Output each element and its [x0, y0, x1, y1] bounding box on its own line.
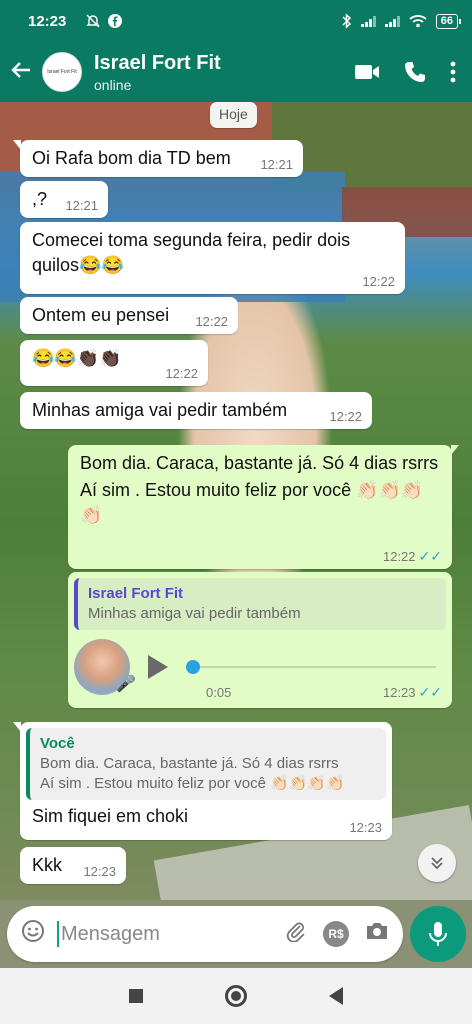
contact-avatar[interactable]: Israel Fort Fit — [42, 52, 82, 92]
message-text: Bom dia. Caraca, bastante já. Só 4 dias … — [80, 453, 439, 473]
message-bubble[interactable]: 😂😂👏🏿👏🏿 12:22 — [20, 340, 208, 386]
message-time: 12:22 — [362, 274, 395, 289]
message-meta: 12:22 ✓✓ — [383, 549, 442, 564]
message-time: 12:23 — [382, 685, 416, 700]
message-time: 12:22 — [382, 549, 416, 564]
voice-sender-avatar: 🎤 — [74, 639, 136, 695]
message-text: Minhas amiga vai pedir também — [32, 400, 288, 420]
date-separator: Hoje — [210, 102, 257, 128]
chat-header: Israel Fort Fit Israel Fort Fit online — [0, 42, 472, 102]
bluetooth-icon — [342, 13, 351, 29]
voice-record-button[interactable] — [410, 906, 466, 962]
message-bubble[interactable]: ,? 12:21 — [20, 181, 108, 218]
contact-name: Israel Fort Fit — [94, 51, 221, 74]
scroll-down-icon — [431, 857, 443, 870]
system-nav-bar — [0, 968, 472, 1024]
message-bubble[interactable]: Kkk 12:23 — [20, 847, 126, 884]
mic-icon: 🎤 — [116, 676, 136, 693]
more-options-icon[interactable] — [450, 61, 456, 83]
quoted-author: Israel Fort Fit — [88, 585, 184, 602]
read-receipt-icon: ✓✓ — [418, 684, 442, 700]
currency-label: R$ — [323, 921, 349, 947]
quoted-text: Aí sim . Estou muito feliz por você 👏🏻👏🏻… — [40, 775, 345, 792]
message-text: Oi Rafa bom dia TD bem — [32, 148, 231, 168]
signal-icon — [360, 15, 376, 27]
message-bubble[interactable]: Minhas amiga vai pedir também 12:22 — [20, 392, 372, 429]
message-text: Comecei toma segunda feira, pedir dois q… — [32, 230, 351, 275]
signal-icon — [384, 15, 400, 27]
voice-duration: 0:05 — [206, 685, 232, 700]
message-composer[interactable]: Mensagem R$ — [7, 906, 403, 962]
camera-icon[interactable] — [365, 921, 389, 947]
home-button[interactable] — [225, 985, 247, 1007]
chat-area[interactable]: Hoje Oi Rafa bom dia TD bem 12:21 ,? 12:… — [0, 102, 472, 900]
avatar-text: Israel Fort Fit — [47, 69, 77, 75]
message-text: ,? — [32, 189, 48, 209]
message-bubble[interactable]: Oi Rafa bom dia TD bem 12:21 — [13, 140, 303, 177]
battery-indicator: 66 — [435, 13, 462, 29]
emoji-icon[interactable] — [21, 919, 45, 949]
wifi-icon — [409, 15, 427, 28]
message-bubble[interactable]: Ontem eu pensei 12:22 — [20, 297, 238, 334]
quoted-text: Minhas amiga vai pedir também — [88, 605, 301, 622]
payment-icon[interactable]: R$ — [323, 921, 349, 947]
scroll-down-button[interactable] — [418, 844, 456, 882]
mic-icon — [429, 922, 447, 946]
message-input[interactable]: Mensagem — [57, 921, 269, 947]
status-time: 12:23 — [28, 12, 67, 30]
back-button[interactable] — [329, 987, 343, 1005]
contact-info[interactable]: Israel Fort Fit online — [94, 52, 354, 93]
voice-message-bubble[interactable]: Israel Fort Fit Minhas amiga vai pedir t… — [68, 572, 452, 708]
quoted-text: Bom dia. Caraca, bastante já. Só 4 dias … — [40, 755, 339, 772]
facebook-icon — [108, 14, 123, 28]
message-text: Aí sim . Estou muito feliz por você 👏🏻👏🏻… — [80, 480, 424, 525]
recents-button[interactable] — [129, 989, 143, 1003]
composer-bar: Mensagem R$ — [0, 900, 472, 968]
message-time: 12:23 — [83, 864, 116, 879]
read-receipt-icon: ✓✓ — [418, 548, 442, 564]
message-text: Kkk — [32, 855, 63, 875]
status-bar: 12:23 66 — [0, 0, 472, 42]
message-time: 12:23 — [349, 820, 382, 835]
contact-status: online — [94, 76, 132, 93]
dnd-icon — [86, 14, 101, 28]
quoted-message[interactable]: Israel Fort Fit Minhas amiga vai pedir t… — [74, 578, 446, 630]
quoted-author: Você — [40, 735, 75, 752]
message-time: 12:21 — [260, 157, 293, 172]
video-call-icon[interactable] — [354, 63, 380, 81]
message-time: 12:22 — [329, 409, 362, 424]
message-time: 12:22 — [195, 314, 228, 329]
message-text: 😂😂👏🏿👏🏿 — [32, 348, 122, 368]
reply-message-bubble[interactable]: Você Bom dia. Caraca, bastante já. Só 4 … — [13, 722, 392, 840]
play-icon[interactable] — [148, 655, 168, 679]
message-bubble-outgoing[interactable]: Bom dia. Caraca, bastante já. Só 4 dias … — [68, 445, 459, 569]
message-time: 12:21 — [65, 198, 98, 213]
voice-progress-handle[interactable] — [186, 660, 200, 674]
quoted-message[interactable]: Você Bom dia. Caraca, bastante já. Só 4 … — [26, 728, 386, 800]
attach-icon[interactable] — [285, 920, 307, 948]
message-time: 12:22 — [165, 366, 198, 381]
message-bubble[interactable]: Comecei toma segunda feira, pedir dois q… — [20, 222, 405, 294]
voice-progress-track[interactable] — [186, 660, 436, 674]
message-text: Sim fiquei em choki — [32, 806, 189, 826]
phone-icon[interactable] — [404, 61, 426, 83]
message-meta: 12:23 ✓✓ — [383, 685, 442, 700]
back-arrow-icon[interactable] — [10, 59, 36, 85]
message-text: Ontem eu pensei — [32, 305, 170, 325]
